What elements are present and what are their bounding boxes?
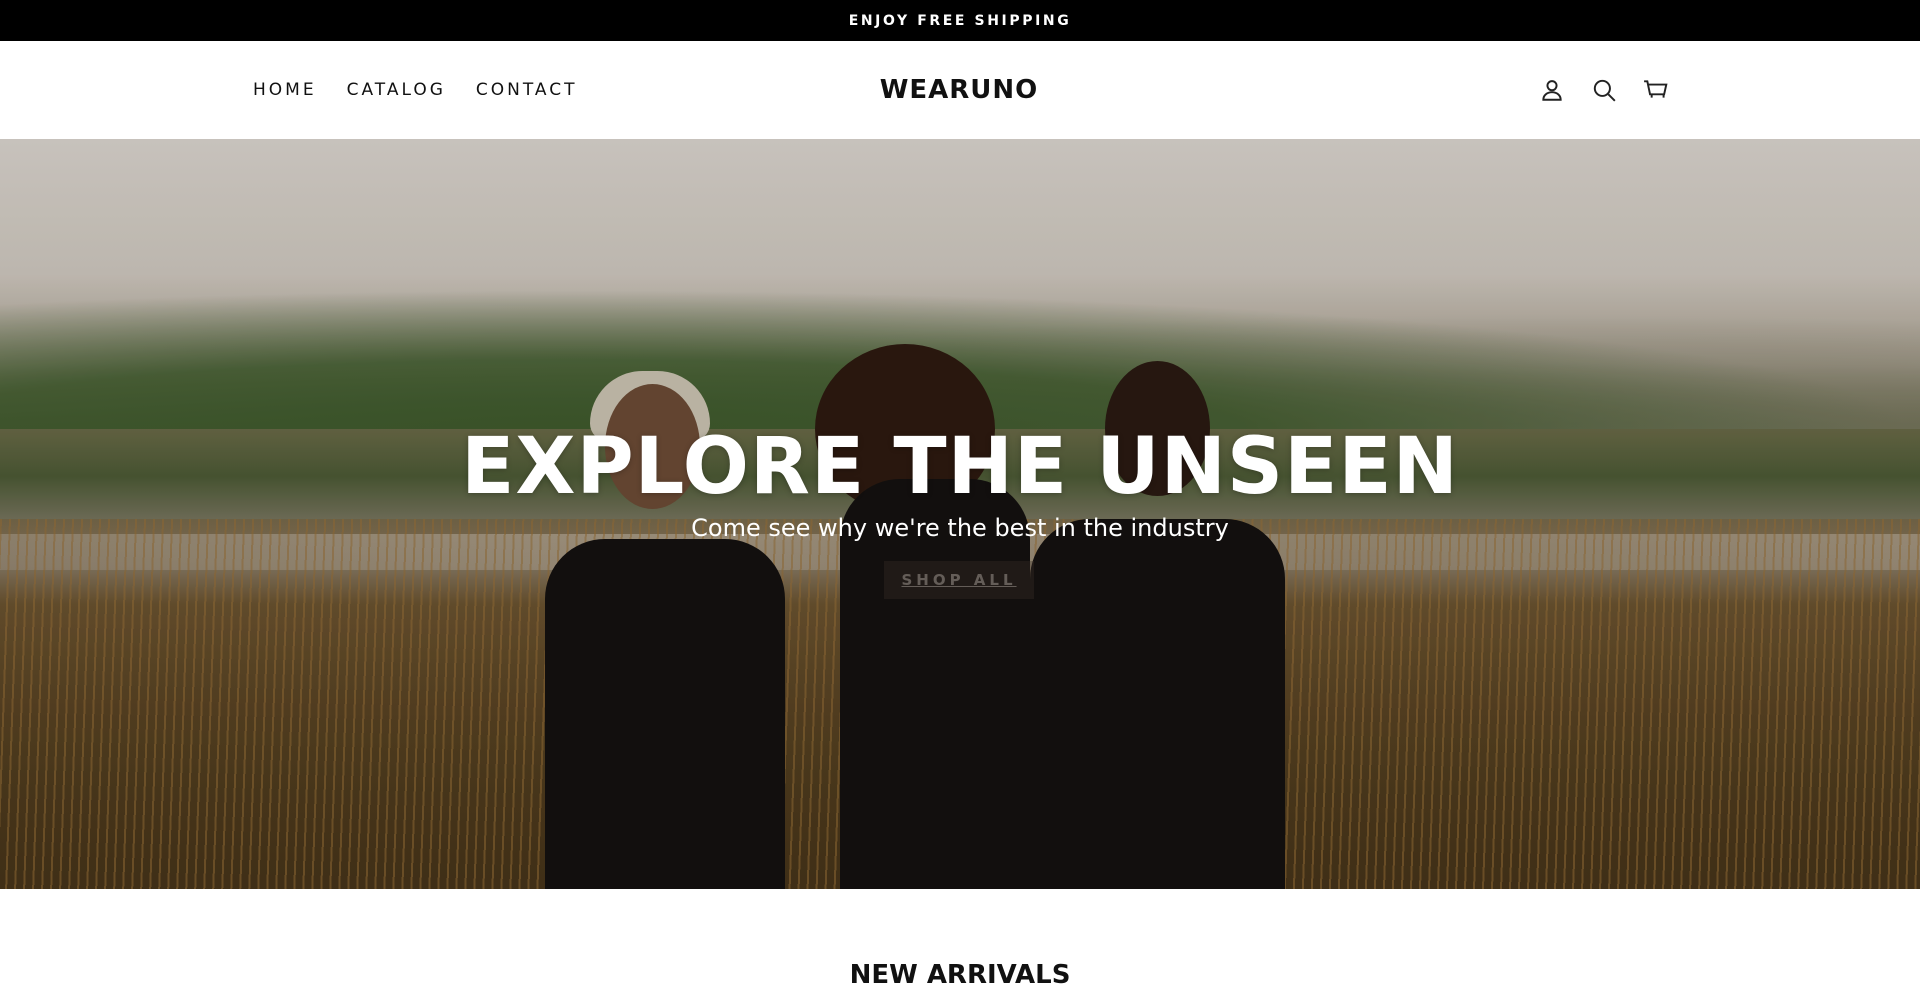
nav-home[interactable]: HOME bbox=[253, 80, 317, 100]
shop-all-button[interactable]: SHOP ALL bbox=[884, 561, 1034, 599]
header-icons bbox=[1536, 41, 1692, 139]
new-arrivals-heading: NEW ARRIVALS bbox=[849, 960, 1071, 990]
search-icon[interactable] bbox=[1588, 74, 1620, 106]
site-logo[interactable]: WEARUNO bbox=[873, 74, 1045, 106]
main-nav: HOME CATALOG CONTACT bbox=[253, 41, 608, 139]
hero-subtitle: Come see why we're the best in the indus… bbox=[691, 514, 1229, 542]
site-header: HOME CATALOG CONTACT WEARUNO bbox=[0, 41, 1920, 139]
announcement-text: ENJOY FREE SHIPPING bbox=[848, 12, 1072, 29]
account-icon[interactable] bbox=[1536, 74, 1568, 106]
hero-title: EXPLORE THE UNSEEN bbox=[461, 422, 1459, 512]
nav-catalog[interactable]: CATALOG bbox=[347, 80, 446, 100]
hero-banner: EXPLORE THE UNSEEN Come see why we're th… bbox=[0, 139, 1920, 889]
announcement-bar: ENJOY FREE SHIPPING bbox=[0, 0, 1920, 41]
cart-icon[interactable] bbox=[1640, 74, 1672, 106]
nav-contact[interactable]: CONTACT bbox=[476, 80, 578, 100]
